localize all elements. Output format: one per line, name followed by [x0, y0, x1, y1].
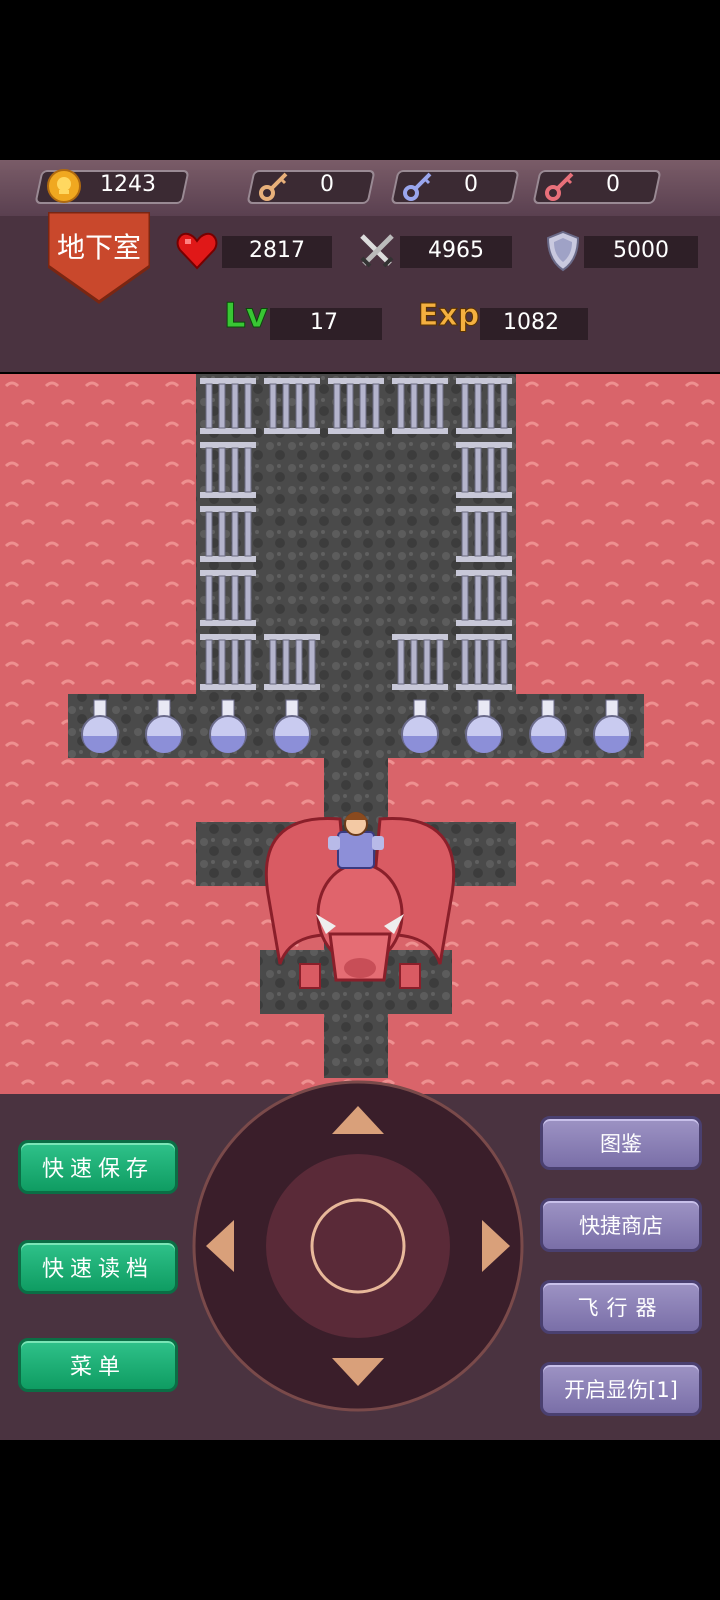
floor-tile	[324, 1014, 388, 1078]
floor-tile	[196, 822, 260, 886]
shield-icon	[546, 230, 580, 272]
exp-label: Exp	[417, 298, 480, 334]
blue-key-count: 0	[464, 172, 478, 197]
dpad[interactable]	[190, 1076, 530, 1416]
level-value: 17	[310, 310, 338, 335]
red-key-count: 0	[606, 172, 620, 197]
gold-value: 1243	[100, 172, 156, 197]
fly-button[interactable]: 飞行器	[540, 1280, 702, 1334]
floor-tile	[324, 438, 388, 502]
defense-value: 5000	[613, 238, 669, 263]
floor-tile	[260, 438, 324, 502]
control-panel: 快速保存 快速读档 菜单 图鉴 快捷商店 飞行器 开启显伤[1]	[0, 1080, 720, 1440]
heart-icon	[176, 232, 218, 270]
encyclopedia-button[interactable]: 图鉴	[540, 1116, 702, 1170]
floor-tile	[324, 566, 388, 630]
game-board[interactable]	[0, 374, 720, 1094]
floor-tile	[388, 566, 452, 630]
quick-load-button[interactable]: 快速读档	[18, 1240, 178, 1294]
exp-value: 1082	[503, 310, 559, 335]
floor-tile	[260, 566, 324, 630]
yellow-key-icon	[259, 172, 288, 201]
resource-bar: 1243 0 0 0	[0, 160, 720, 216]
floor-tile	[324, 630, 388, 694]
yellow-key-count: 0	[320, 172, 334, 197]
hp-value: 2817	[249, 238, 305, 263]
floor-name: 地下室	[56, 231, 141, 264]
damage-toggle-button[interactable]: 开启显伤[1]	[540, 1362, 702, 1416]
quick-save-button[interactable]: 快速保存	[18, 1140, 178, 1194]
floor-tile	[324, 502, 388, 566]
attack-value: 4965	[428, 238, 484, 263]
floor-tile	[388, 438, 452, 502]
gold-coin-icon	[47, 169, 81, 203]
floor-tile	[388, 502, 452, 566]
level-label: Lv	[224, 296, 269, 337]
floor-tile	[452, 822, 516, 886]
floor-tile	[260, 502, 324, 566]
floor-banner: 地下室	[48, 212, 150, 304]
sword-icon	[360, 234, 394, 268]
red-key-icon	[545, 172, 574, 201]
floor-tile	[324, 694, 388, 758]
menu-button[interactable]: 菜单	[18, 1338, 178, 1392]
blue-key-icon	[403, 172, 432, 201]
quick-shop-button[interactable]: 快捷商店	[540, 1198, 702, 1252]
